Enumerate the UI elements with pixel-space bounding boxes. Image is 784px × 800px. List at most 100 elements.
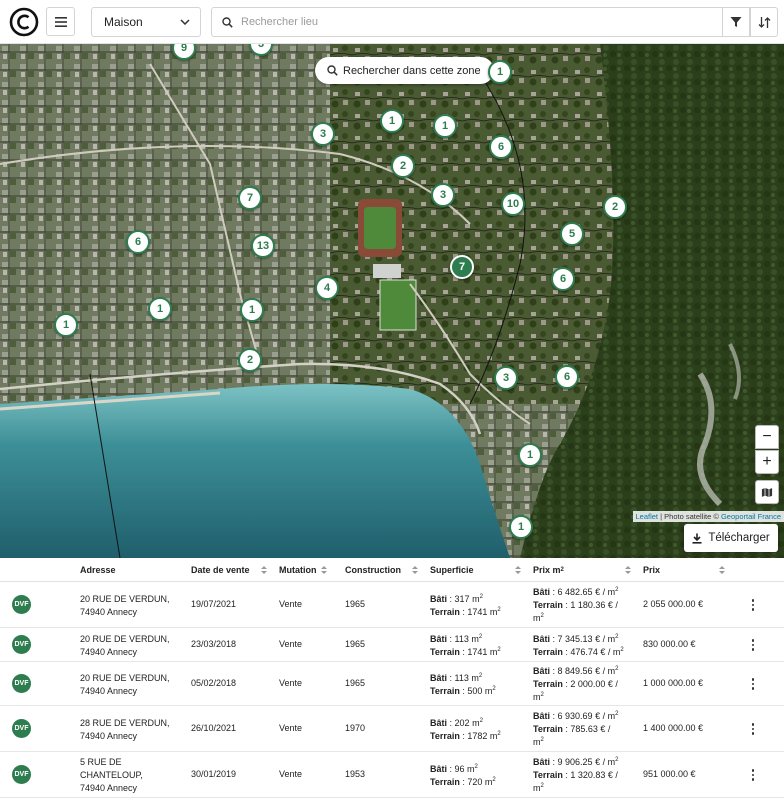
map-cluster-marker[interactable]: 13	[251, 234, 275, 258]
terrain-label: Terrain	[533, 770, 563, 780]
price-m2-cell: Bâti : 8 849.56 € / m2 Terrain : 2 000.0…	[533, 665, 633, 704]
map-cluster-marker[interactable]: 3	[311, 122, 335, 146]
col-price[interactable]: Prix	[643, 565, 660, 575]
sort-icon[interactable]	[320, 565, 328, 575]
unit-sup: 2	[492, 686, 496, 692]
col-date[interactable]: Date de vente	[191, 565, 250, 575]
map-cluster-marker[interactable]: 1	[518, 443, 542, 467]
sort-icon[interactable]	[624, 565, 632, 575]
map-cluster-marker[interactable]: 7	[238, 186, 262, 210]
map-cluster-marker[interactable]: 7	[450, 255, 474, 279]
table-row[interactable]: DVF 28 RUE DE VERDUN, 74940 Annecy 26/10…	[0, 706, 784, 752]
map-cluster-marker[interactable]: 1	[509, 515, 533, 539]
col-mutation[interactable]: Mutation	[279, 565, 317, 575]
map-cluster-marker[interactable]: 1	[54, 313, 78, 337]
terrain-price-m2: 2 000.00 €	[570, 679, 613, 689]
sort-icon[interactable]	[514, 565, 522, 575]
map-cluster-marker[interactable]: 6	[126, 230, 150, 254]
dvf-badge: DVF	[12, 765, 31, 784]
sort-icon[interactable]	[718, 565, 726, 575]
col-area[interactable]: Superficie	[430, 565, 474, 575]
map-cluster-marker[interactable]: 3	[431, 183, 455, 207]
map-cluster-marker[interactable]: 1	[488, 60, 512, 84]
dvf-badge: DVF	[12, 719, 31, 738]
table-row[interactable]: DVF 20 RUE DE VERDUN, 74940 Annecy 19/07…	[0, 582, 784, 628]
map-cluster-marker[interactable]: 2	[391, 154, 415, 178]
row-menu-icon[interactable]	[747, 597, 759, 613]
sale-date: 23/03/2018	[191, 639, 237, 649]
bati-label: Bâti	[430, 634, 448, 644]
bati-area: 113	[454, 634, 469, 644]
unit: m	[533, 783, 541, 793]
search-zone-button[interactable]: Rechercher dans cette zone	[315, 57, 494, 84]
row-menu-icon[interactable]	[747, 637, 759, 653]
search-zone-label: Rechercher dans cette zone	[343, 64, 481, 77]
zoom-in-button[interactable]: +	[755, 450, 779, 474]
bati-area: 202	[454, 718, 470, 728]
map-cluster-marker[interactable]: 2	[603, 195, 627, 219]
property-type-select[interactable]: Maison	[91, 7, 201, 37]
terrain-label: Terrain	[430, 647, 460, 657]
terrain-area: 1741	[467, 607, 488, 617]
bati-label: Bâti	[533, 587, 551, 597]
unit: m	[468, 673, 479, 683]
col-price-m2[interactable]: Prix m2	[533, 565, 564, 575]
area-cell: Bâti : 317 m2 Terrain : 1741 m2	[430, 593, 501, 619]
map-cluster-marker[interactable]: 1	[148, 297, 172, 321]
table-row[interactable]: DVF 20 RUE DE VERDUN, 74940 Annecy 05/02…	[0, 662, 784, 706]
unit: /	[612, 770, 618, 780]
table-row[interactable]: DVF 5 RUE DE CHANTELOUP, 74940 Annecy 30…	[0, 752, 784, 798]
unit: m	[469, 718, 480, 728]
sale-date: 05/02/2018	[191, 678, 237, 688]
map[interactable]: Rechercher dans cette zone 9 3 1 1 1 3 6 2 3 7 10 2…	[0, 44, 784, 558]
map-cluster-marker[interactable]: 1	[433, 114, 457, 138]
terrain-area: 500	[467, 686, 483, 696]
map-cluster-marker[interactable]: 10	[501, 192, 525, 216]
map-cluster-marker[interactable]: 1	[380, 109, 404, 133]
top-bar: Maison	[0, 0, 784, 44]
col-construction[interactable]: Construction	[345, 565, 401, 575]
search-input[interactable]	[241, 16, 691, 28]
sort-icon[interactable]	[411, 565, 419, 575]
mutation-type: Vente	[279, 723, 303, 733]
bati-price-m2: 6 930.69 €	[557, 711, 601, 721]
logo-icon[interactable]	[9, 7, 39, 37]
mutation-type: Vente	[279, 639, 303, 649]
map-cluster-marker[interactable]: 6	[555, 365, 579, 389]
bati-label: Bâti	[430, 594, 448, 604]
dvf-badge: DVF	[12, 635, 31, 654]
menu-button[interactable]	[46, 7, 75, 36]
filter-icon	[730, 17, 742, 27]
row-menu-icon[interactable]	[747, 676, 759, 692]
separator: :	[447, 764, 455, 774]
terrain-area: 720	[467, 777, 483, 787]
bati-price-m2: 6 482.65 €	[557, 587, 601, 597]
leaflet-link[interactable]: Leaflet	[636, 512, 659, 521]
sort-icon[interactable]	[260, 565, 268, 575]
zoom-out-button[interactable]: −	[755, 425, 779, 449]
col-address[interactable]: Adresse	[80, 565, 116, 575]
map-cluster-marker[interactable]: 4	[315, 276, 339, 300]
map-cluster-marker[interactable]: 6	[489, 135, 513, 159]
row-menu-icon[interactable]	[747, 721, 759, 737]
row-menu-icon[interactable]	[747, 767, 759, 783]
download-icon	[692, 533, 702, 544]
map-cluster-marker[interactable]: 1	[240, 298, 264, 322]
map-cluster-marker[interactable]: 3	[494, 366, 518, 390]
download-label: Télécharger	[708, 532, 770, 544]
map-cluster-marker[interactable]: 2	[238, 348, 262, 372]
filter-button[interactable]	[722, 7, 750, 37]
map-cluster-marker[interactable]: 5	[560, 222, 584, 246]
separator: :	[550, 757, 558, 767]
separator: :	[550, 587, 558, 597]
map-cluster-marker[interactable]: 6	[551, 267, 575, 291]
terrain-label: Terrain	[533, 724, 563, 734]
hamburger-icon	[54, 16, 67, 27]
download-button[interactable]: Télécharger	[684, 524, 778, 552]
layers-button[interactable]	[755, 480, 779, 504]
table-row[interactable]: DVF 20 RUE DE VERDUN, 74940 Annecy 23/03…	[0, 628, 784, 662]
separator: :	[550, 666, 558, 676]
geoportail-link[interactable]: Geoportail France	[721, 512, 781, 521]
unit-sup: 2	[615, 666, 619, 672]
sort-button[interactable]	[750, 7, 778, 37]
